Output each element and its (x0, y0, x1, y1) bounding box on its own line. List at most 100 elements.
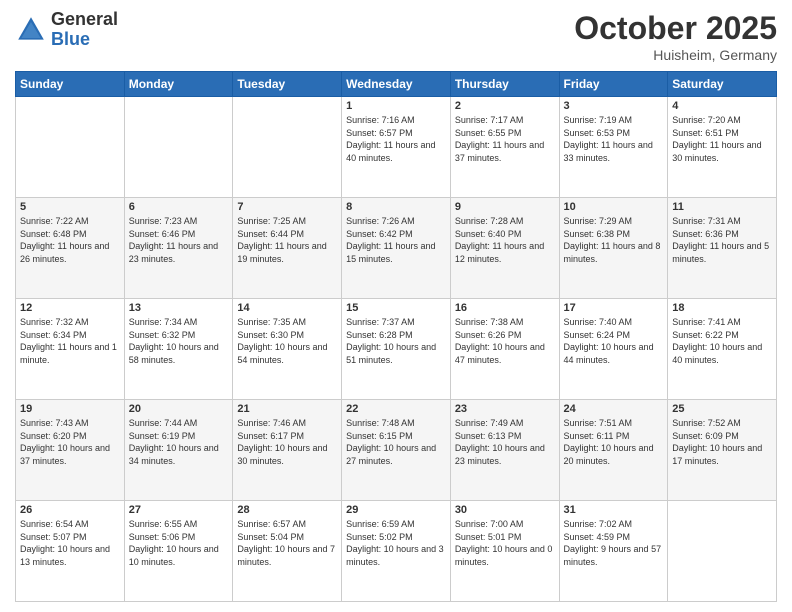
day-info: Sunrise: 7:26 AMSunset: 6:42 PMDaylight:… (346, 215, 446, 265)
calendar-cell: 27 Sunrise: 6:55 AMSunset: 5:06 PMDayligh… (124, 501, 233, 602)
day-number: 16 (455, 302, 555, 314)
day-info: Sunrise: 7:34 AMSunset: 6:32 PMDaylight:… (129, 316, 229, 366)
day-info: Sunrise: 7:46 AMSunset: 6:17 PMDaylight:… (237, 417, 337, 467)
day-info: Sunrise: 7:17 AMSunset: 6:55 PMDaylight:… (455, 114, 555, 164)
day-number: 19 (20, 403, 120, 415)
month-title: October 2025 (574, 10, 777, 47)
calendar-cell: 30 Sunrise: 7:00 AMSunset: 5:01 PMDayligh… (450, 501, 559, 602)
title-block: October 2025 Huisheim, Germany (574, 10, 777, 63)
calendar-cell: 5Sunrise: 7:22 AMSunset: 6:48 PMDaylight… (16, 198, 125, 299)
location: Huisheim, Germany (574, 47, 777, 63)
calendar-cell: 24 Sunrise: 7:51 AMSunset: 6:11 PMDayligh… (559, 400, 668, 501)
day-info: Sunrise: 7:19 AMSunset: 6:53 PMDaylight:… (564, 114, 664, 164)
day-number: 6 (129, 201, 229, 213)
calendar-cell: 15Sunrise: 7:37 AMSunset: 6:28 PMDayligh… (342, 299, 451, 400)
day-info: Sunrise: 7:51 AMSunset: 6:11 PMDaylight:… (564, 417, 664, 467)
day-info: Sunrise: 6:59 AMSunset: 5:02 PMDaylight:… (346, 518, 446, 568)
calendar-cell: 17 Sunrise: 7:40 AMSunset: 6:24 PMDayligh… (559, 299, 668, 400)
calendar-cell (233, 97, 342, 198)
calendar-cell: 8Sunrise: 7:26 AMSunset: 6:42 PMDaylight… (342, 198, 451, 299)
logo: General Blue (15, 10, 118, 50)
day-number: 15 (346, 302, 446, 314)
calendar-cell: 3Sunrise: 7:19 AMSunset: 6:53 PMDaylight… (559, 97, 668, 198)
day-info: Sunrise: 7:29 AMSunset: 6:38 PMDaylight:… (564, 215, 664, 265)
day-info: Sunrise: 7:23 AMSunset: 6:46 PMDaylight:… (129, 215, 229, 265)
weekday-header: Saturday (668, 72, 777, 97)
day-number: 24 (564, 403, 664, 415)
day-number: 22 (346, 403, 446, 415)
calendar-cell: 28Sunrise: 6:57 AMSunset: 5:04 PMDayligh… (233, 501, 342, 602)
calendar-cell (124, 97, 233, 198)
calendar-cell: 16 Sunrise: 7:38 AMSunset: 6:26 PMDayligh… (450, 299, 559, 400)
calendar-cell: 6 Sunrise: 7:23 AMSunset: 6:46 PMDaylight… (124, 198, 233, 299)
day-info: Sunrise: 7:49 AMSunset: 6:13 PMDaylight:… (455, 417, 555, 467)
calendar-cell: 13 Sunrise: 7:34 AMSunset: 6:32 PMDayligh… (124, 299, 233, 400)
calendar-cell: 1 Sunrise: 7:16 AMSunset: 6:57 PMDaylight… (342, 97, 451, 198)
day-number: 1 (346, 100, 446, 112)
day-info: Sunrise: 6:55 AMSunset: 5:06 PMDaylight:… (129, 518, 229, 568)
day-number: 27 (129, 504, 229, 516)
weekday-header: Tuesday (233, 72, 342, 97)
calendar-cell: 12Sunrise: 7:32 AMSunset: 6:34 PMDayligh… (16, 299, 125, 400)
day-info: Sunrise: 7:25 AMSunset: 6:44 PMDaylight:… (237, 215, 337, 265)
logo-general: General (51, 10, 118, 30)
day-info: Sunrise: 7:32 AMSunset: 6:34 PMDaylight:… (20, 316, 120, 366)
calendar-week-row: 26Sunrise: 6:54 AMSunset: 5:07 PMDayligh… (16, 501, 777, 602)
day-info: Sunrise: 6:57 AMSunset: 5:04 PMDaylight:… (237, 518, 337, 568)
calendar-week-row: 1 Sunrise: 7:16 AMSunset: 6:57 PMDaylight… (16, 97, 777, 198)
day-number: 30 (455, 504, 555, 516)
logo-blue: Blue (51, 30, 118, 50)
day-number: 23 (455, 403, 555, 415)
weekday-header-row: SundayMondayTuesdayWednesdayThursdayFrid… (16, 72, 777, 97)
calendar-cell: 21Sunrise: 7:46 AMSunset: 6:17 PMDayligh… (233, 400, 342, 501)
day-number: 14 (237, 302, 337, 314)
weekday-header: Wednesday (342, 72, 451, 97)
day-info: Sunrise: 7:35 AMSunset: 6:30 PMDaylight:… (237, 316, 337, 366)
calendar-cell: 25 Sunrise: 7:52 AMSunset: 6:09 PMDayligh… (668, 400, 777, 501)
day-info: Sunrise: 7:00 AMSunset: 5:01 PMDaylight:… (455, 518, 555, 568)
day-info: Sunrise: 7:16 AMSunset: 6:57 PMDaylight:… (346, 114, 446, 164)
calendar-cell: 29 Sunrise: 6:59 AMSunset: 5:02 PMDayligh… (342, 501, 451, 602)
calendar-cell: 31Sunrise: 7:02 AMSunset: 4:59 PMDayligh… (559, 501, 668, 602)
calendar-cell: 7 Sunrise: 7:25 AMSunset: 6:44 PMDaylight… (233, 198, 342, 299)
day-info: Sunrise: 7:28 AMSunset: 6:40 PMDaylight:… (455, 215, 555, 265)
calendar-cell (16, 97, 125, 198)
calendar-cell: 2 Sunrise: 7:17 AMSunset: 6:55 PMDaylight… (450, 97, 559, 198)
calendar-cell: 10 Sunrise: 7:29 AMSunset: 6:38 PMDayligh… (559, 198, 668, 299)
calendar-cell: 20Sunrise: 7:44 AMSunset: 6:19 PMDayligh… (124, 400, 233, 501)
weekday-header: Friday (559, 72, 668, 97)
weekday-header: Monday (124, 72, 233, 97)
day-number: 9 (455, 201, 555, 213)
day-number: 29 (346, 504, 446, 516)
day-number: 20 (129, 403, 229, 415)
page: General Blue October 2025 Huisheim, Germ… (0, 0, 792, 612)
day-info: Sunrise: 7:40 AMSunset: 6:24 PMDaylight:… (564, 316, 664, 366)
weekday-header: Sunday (16, 72, 125, 97)
day-number: 7 (237, 201, 337, 213)
calendar-cell: 26Sunrise: 6:54 AMSunset: 5:07 PMDayligh… (16, 501, 125, 602)
calendar-cell: 4Sunrise: 7:20 AMSunset: 6:51 PMDaylight… (668, 97, 777, 198)
calendar-cell (668, 501, 777, 602)
calendar-cell: 11 Sunrise: 7:31 AMSunset: 6:36 PMDayligh… (668, 198, 777, 299)
logo-icon (15, 14, 47, 46)
calendar-week-row: 5Sunrise: 7:22 AMSunset: 6:48 PMDaylight… (16, 198, 777, 299)
day-info: Sunrise: 7:22 AMSunset: 6:48 PMDaylight:… (20, 215, 120, 265)
calendar-cell: 19Sunrise: 7:43 AMSunset: 6:20 PMDayligh… (16, 400, 125, 501)
weekday-header: Thursday (450, 72, 559, 97)
day-info: Sunrise: 7:48 AMSunset: 6:15 PMDaylight:… (346, 417, 446, 467)
calendar-table: SundayMondayTuesdayWednesdayThursdayFrid… (15, 71, 777, 602)
calendar-cell: 14 Sunrise: 7:35 AMSunset: 6:30 PMDayligh… (233, 299, 342, 400)
day-number: 13 (129, 302, 229, 314)
day-number: 11 (672, 201, 772, 213)
day-number: 2 (455, 100, 555, 112)
day-info: Sunrise: 7:52 AMSunset: 6:09 PMDaylight:… (672, 417, 772, 467)
calendar-week-row: 19Sunrise: 7:43 AMSunset: 6:20 PMDayligh… (16, 400, 777, 501)
day-info: Sunrise: 7:31 AMSunset: 6:36 PMDaylight:… (672, 215, 772, 265)
day-number: 25 (672, 403, 772, 415)
calendar-cell: 22 Sunrise: 7:48 AMSunset: 6:15 PMDayligh… (342, 400, 451, 501)
day-number: 10 (564, 201, 664, 213)
day-info: Sunrise: 7:38 AMSunset: 6:26 PMDaylight:… (455, 316, 555, 366)
day-number: 18 (672, 302, 772, 314)
day-number: 17 (564, 302, 664, 314)
calendar-cell: 9 Sunrise: 7:28 AMSunset: 6:40 PMDaylight… (450, 198, 559, 299)
